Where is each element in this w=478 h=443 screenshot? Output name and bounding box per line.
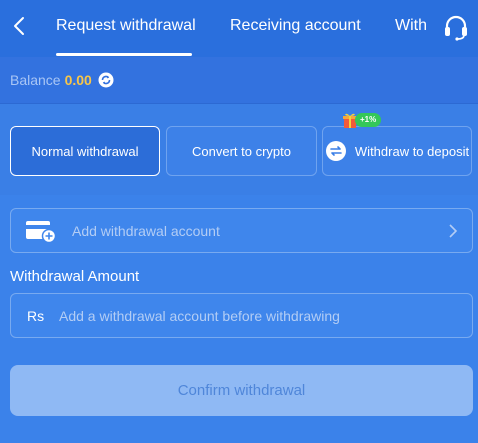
tab-request-withdrawal[interactable]: Request withdrawal: [56, 17, 196, 35]
withdrawal-method-selector: Normal withdrawal Convert to crypto With…: [0, 105, 478, 195]
currency-symbol: Rs: [27, 308, 45, 324]
balance-label: Balance: [10, 72, 61, 88]
customer-support-button[interactable]: [441, 12, 471, 42]
balance-row: Balance 0.00: [0, 57, 478, 104]
bonus-badge-label: +1%: [355, 113, 382, 127]
tab-withdrawal-history[interactable]: With: [395, 17, 427, 35]
back-button[interactable]: [9, 14, 29, 38]
refresh-icon: [98, 72, 114, 88]
tab-receiving-account[interactable]: Receiving account: [230, 17, 361, 35]
bonus-badge: +1%: [343, 112, 382, 128]
headset-icon: [445, 15, 467, 41]
confirm-withdrawal-button[interactable]: Confirm withdrawal: [10, 365, 473, 416]
add-account-label: Add withdrawal account: [72, 223, 220, 239]
chevron-right-icon: [449, 224, 458, 238]
active-tab-indicator: [56, 53, 192, 56]
add-withdrawal-account-button[interactable]: Add withdrawal account: [10, 208, 473, 253]
withdrawal-amount-input[interactable]: [59, 294, 464, 337]
method-normal-withdrawal[interactable]: Normal withdrawal: [10, 126, 160, 176]
balance-value: 0.00: [64, 72, 92, 88]
withdrawal-amount-field: Rs: [10, 293, 473, 338]
top-nav: Request withdrawal Receiving account Wit…: [0, 0, 478, 57]
chevron-left-icon: [14, 17, 24, 35]
card-add-icon: [26, 221, 57, 243]
withdrawal-form: Add withdrawal account Withdrawal Amount…: [0, 195, 478, 443]
swap-icon: [326, 141, 346, 161]
method-convert-to-crypto[interactable]: Convert to crypto: [166, 126, 317, 176]
withdrawal-amount-title: Withdrawal Amount: [10, 268, 140, 285]
refresh-balance-button[interactable]: [98, 72, 114, 88]
